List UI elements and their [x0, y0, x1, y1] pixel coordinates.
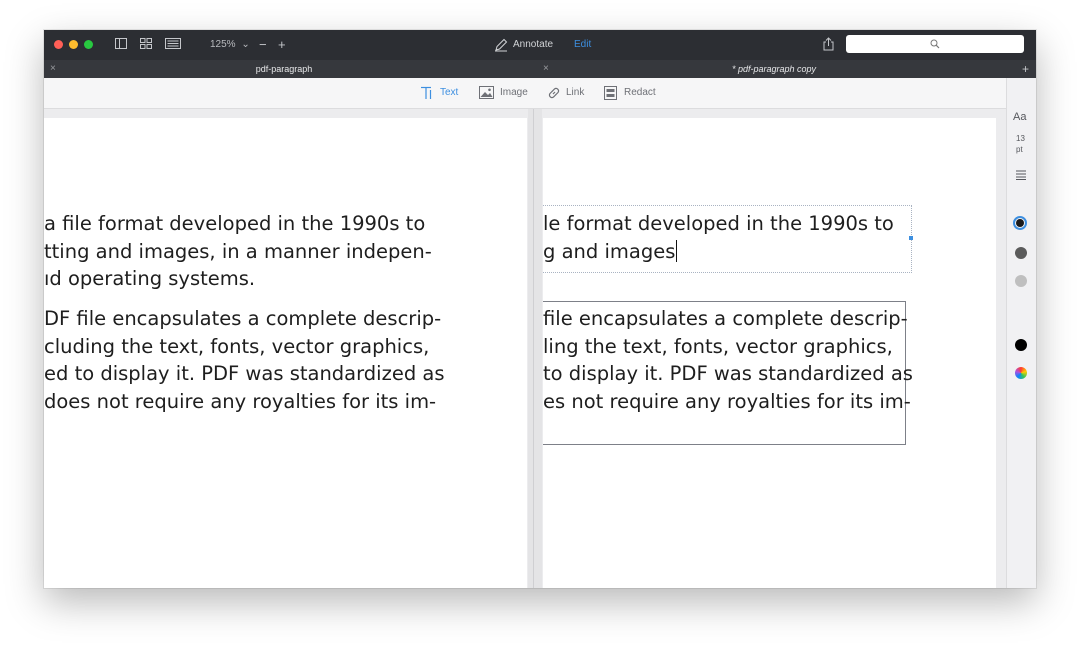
color-swatch-dark-gray[interactable] — [1015, 247, 1027, 259]
font-size-value[interactable]: 13 — [1016, 134, 1025, 144]
new-tab-button[interactable]: + — [1022, 60, 1029, 78]
text-line: to display it. PDF was standardized as — [543, 362, 913, 386]
edit-toolbar: Text Image Link Redact — [44, 78, 1006, 109]
thumbnail-grid-icon[interactable] — [140, 38, 152, 52]
split-divider[interactable] — [528, 109, 542, 588]
color-swatch-black[interactable] — [1015, 339, 1027, 351]
close-tab-icon[interactable]: × — [543, 60, 549, 78]
color-swatch-black-selected[interactable] — [1013, 216, 1027, 230]
zoom-control[interactable]: 125% ⌄ — [210, 37, 250, 53]
pen-icon[interactable] — [494, 38, 508, 57]
link-tool-label: Link — [566, 87, 585, 98]
inspector-sidebar: Aa 13 pt — [1006, 78, 1036, 588]
redact-tool-button[interactable]: Redact — [604, 85, 660, 101]
text-tool-icon — [421, 86, 432, 99]
zoom-in-button[interactable]: + — [278, 36, 286, 54]
text-tool-label: Text — [440, 87, 459, 98]
annotate-mode-button[interactable]: Annotate — [513, 36, 553, 54]
text-line: g and images — [543, 238, 678, 266]
color-swatch-light-gray[interactable] — [1015, 275, 1027, 287]
text-line: ed to display it. PDF was standardized a… — [44, 362, 445, 386]
zoom-window-button[interactable] — [84, 40, 93, 49]
link-tool-button[interactable]: Link — [547, 85, 591, 101]
color-wheel-icon[interactable] — [1015, 367, 1027, 379]
text-line: es not require any royalties for its im- — [543, 390, 911, 414]
search-icon — [930, 39, 940, 49]
redact-tool-icon — [604, 86, 617, 100]
zoom-level[interactable]: 125% — [210, 39, 236, 50]
text-line: file encapsulates a complete descrip- — [543, 307, 908, 330]
pdf-page-right[interactable]: le format developed in the 1990s to g an… — [543, 118, 996, 588]
redact-tool-label: Redact — [624, 87, 656, 98]
text-cursor — [676, 239, 678, 262]
tab-pdf-paragraph[interactable]: pdf-paragraph — [54, 60, 514, 78]
document-workspace: a file format developed in the 1990s to … — [44, 109, 1006, 588]
edit-mode-button[interactable]: Edit — [574, 36, 591, 54]
align-justify-icon[interactable] — [1016, 167, 1026, 185]
text-line: cluding the text, fonts, vector graphics… — [44, 334, 430, 358]
page-view-icon[interactable] — [165, 38, 181, 52]
pdf-page-left[interactable]: a file format developed in the 1990s to … — [44, 118, 527, 588]
font-picker-button[interactable]: Aa — [1013, 110, 1026, 124]
title-bar: 125% ⌄ − + Annotate Edit — [44, 30, 1036, 60]
text-line: ıd operating systems. — [44, 267, 256, 291]
zoom-out-button[interactable]: − — [259, 36, 267, 54]
share-icon[interactable] — [823, 37, 834, 51]
chevron-down-icon[interactable]: ⌄ — [241, 39, 249, 50]
selection-handle[interactable] — [909, 236, 913, 240]
text-line: tting and images, in a manner indepen- — [44, 239, 432, 263]
text-line: le format developed in the 1990s to — [543, 212, 894, 235]
search-field[interactable] — [846, 35, 1024, 53]
close-window-button[interactable] — [54, 40, 63, 49]
sidebar-toggle-icon[interactable] — [115, 38, 127, 52]
text-line: DF file encapsulates a complete descrip- — [44, 307, 442, 330]
image-tool-icon — [479, 86, 494, 99]
font-size-unit: pt — [1016, 145, 1023, 154]
link-tool-icon — [548, 87, 560, 99]
image-tool-button[interactable]: Image — [479, 85, 531, 101]
tab-pdf-paragraph-copy[interactable]: * pdf-paragraph copy — [554, 60, 994, 78]
text-line: ling the text, fonts, vector graphics, — [543, 334, 893, 358]
tab-bar: × pdf-paragraph × * pdf-paragraph copy + — [44, 60, 1036, 78]
text-line: a file format developed in the 1990s to — [44, 212, 426, 235]
minimize-window-button[interactable] — [69, 40, 78, 49]
text-line: g and images — [543, 239, 676, 263]
text-line: does not require any royalties for its i… — [44, 390, 437, 414]
app-window: 125% ⌄ − + Annotate Edit × pdf-paragraph… — [44, 30, 1036, 588]
image-tool-label: Image — [500, 87, 528, 98]
text-tool-button[interactable]: Text — [420, 85, 466, 101]
